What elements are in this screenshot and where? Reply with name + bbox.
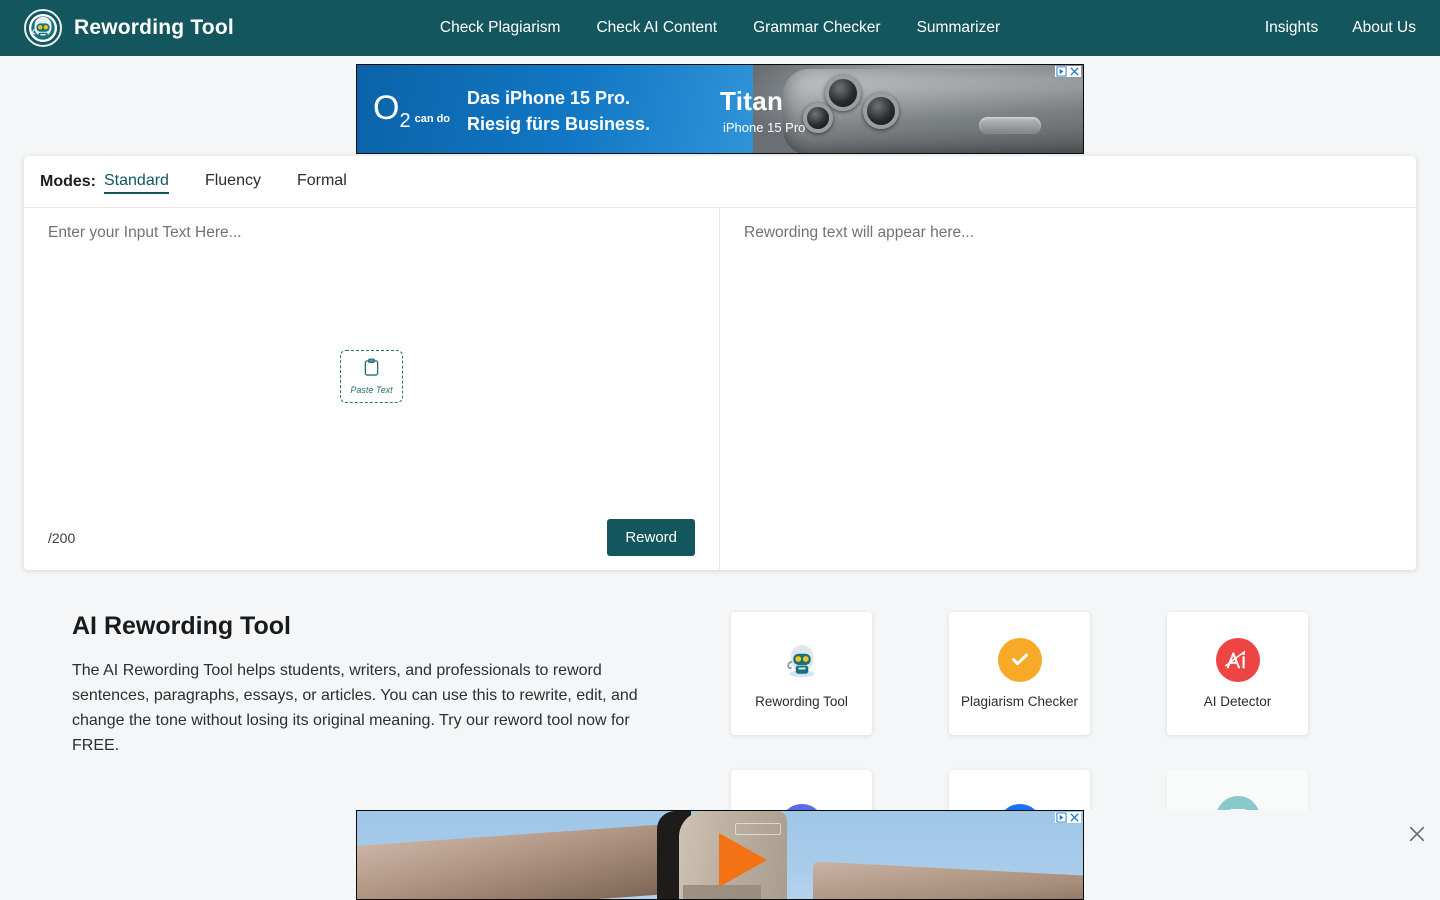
nav-link-check-ai-content[interactable]: Check AI Content [596,19,717,37]
character-counter: /200 [48,529,76,546]
tool-tile-rewording-tool[interactable]: Rewording Tool [731,612,872,735]
output-placeholder: Rewording text will appear here... [744,224,975,241]
o2-logo: O2 can do [373,91,450,131]
ad-headline-line1: Das iPhone 15 Pro. [467,88,631,108]
robot-mascot-icon [24,9,62,47]
phone-body [783,69,1083,153]
ad-tagline: can do [414,112,451,125]
ad-phone-image [753,65,1083,153]
bottom-ad-controls [1055,812,1081,823]
paste-text-button[interactable]: Paste Text [340,349,403,403]
input-placeholder: Enter your Input Text Here... [48,224,242,241]
paste-text-label: Paste Text [350,384,393,395]
ad-headline: Das iPhone 15 Pro. Riesig fürs Business. [467,85,650,137]
tool-tile-label: AI Detector [1203,694,1272,709]
ai-detector-icon [1215,638,1260,682]
input-pane[interactable]: Enter your Input Text Here... Paste Text… [24,208,720,570]
mode-tab-formal[interactable]: Formal [297,170,347,194]
content-paragraph: The AI Rewording Tool helps students, wr… [72,662,638,754]
bottom-ad-slot [0,810,1440,900]
brand[interactable]: Rewording Tool [24,9,234,47]
bottom-ad-banner[interactable] [356,810,1084,900]
person-belt [683,885,761,899]
page-title: AI Rewording Tool [72,612,291,640]
ad-brand-letter: O [373,89,400,127]
secondary-nav: Insights About Us [1265,19,1416,37]
mode-tab-fluency[interactable]: Fluency [205,170,261,194]
check-badge-icon [997,638,1042,682]
ad-headline-line2: Riesig fürs Business. [467,114,651,135]
ad-brand-sub: 2 [399,109,411,132]
close-icon[interactable] [1069,66,1080,77]
output-pane[interactable]: Rewording text will appear here... [720,208,1416,570]
nav-link-check-plagiarism[interactable]: Check Plagiarism [440,19,561,37]
nav-link-summarizer[interactable]: Summarizer [917,19,1001,37]
adchoices-icon[interactable] [1056,812,1067,823]
nav-link-grammar-checker[interactable]: Grammar Checker [753,19,880,37]
rewording-tool-panel: Modes: Standard Fluency Formal Enter you… [24,156,1416,570]
ad-product-title: Titan [720,86,784,116]
ad-product-subtitle: iPhone 15 Pro [720,120,805,135]
tool-tile-plagiarism-checker[interactable]: Plagiarism Checker [949,612,1090,735]
ad-product-sub-label: iPhone 15 Pro [723,120,806,135]
nav-link-insights[interactable]: Insights [1265,19,1318,37]
play-triangle-icon[interactable] [719,833,767,887]
primary-nav: Check Plagiarism Check AI Content Gramma… [440,19,1000,37]
camera-lens-icon [825,75,861,111]
top-ad-controls [1055,66,1081,77]
top-ad-banner[interactable]: O2 can do Das iPhone 15 Pro. Riesig fürs… [356,64,1084,154]
dismiss-bottom-ad-button[interactable] [1402,821,1432,851]
top-ad-slot: O2 can do Das iPhone 15 Pro. Riesig fürs… [0,56,1440,154]
site-header: Rewording Tool Check Plagiarism Check AI… [0,0,1440,56]
modes-bar: Modes: Standard Fluency Formal [24,156,1416,208]
mode-tab-standard[interactable]: Standard [104,170,169,194]
tool-tile-label: Plagiarism Checker [960,694,1079,709]
nav-link-about-us[interactable]: About Us [1352,19,1416,37]
editor-row: Enter your Input Text Here... Paste Text… [24,208,1416,570]
ad-rock-left [357,823,677,899]
tool-tile-ai-detector[interactable]: AI Detector [1167,612,1308,735]
modes-label: Modes: [40,172,96,190]
camera-lens-icon [803,103,833,133]
close-icon[interactable] [1069,812,1080,823]
adchoices-icon[interactable] [1056,66,1067,77]
camera-lens-icon [863,93,899,129]
robot-mascot-icon [780,638,824,682]
input-footer: /200 Reword [48,519,695,556]
phone-side-button [979,117,1041,134]
reword-button[interactable]: Reword [607,519,695,556]
clipboard-icon [363,358,380,382]
tool-tile-label: Rewording Tool [755,694,848,709]
brand-title: Rewording Tool [74,16,234,39]
ad-rock-right [813,861,1083,899]
close-icon [1408,825,1426,848]
